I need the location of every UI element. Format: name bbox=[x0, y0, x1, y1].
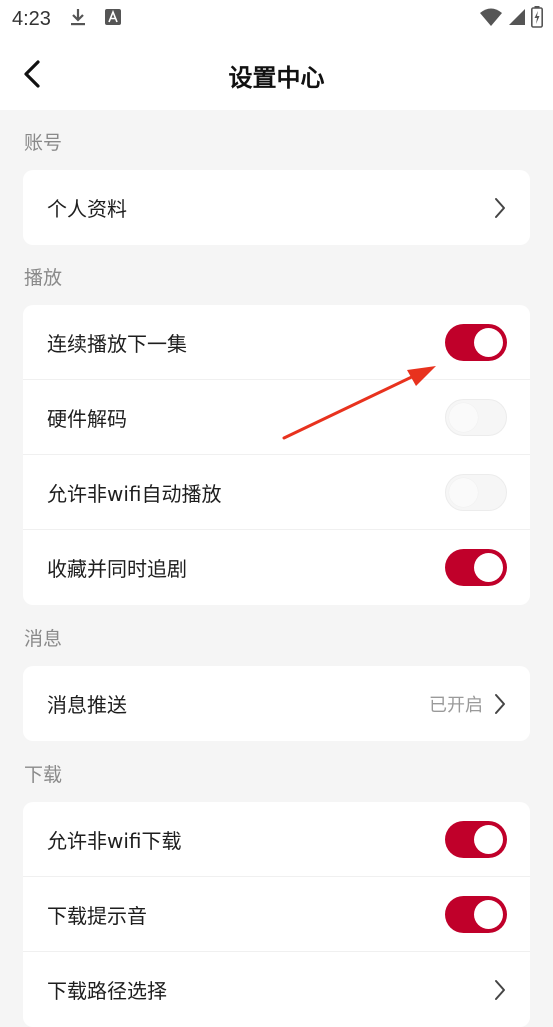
toggle-non-wifi-download[interactable] bbox=[445, 820, 507, 858]
toggle-knob bbox=[474, 327, 503, 357]
row-label: 硬件解码 bbox=[47, 406, 127, 431]
section-label-account: 账号 bbox=[24, 132, 63, 154]
card-download: 允许非wifi下载 下载提示音 下载路径选择 bbox=[23, 802, 530, 1027]
row-label: 连续播放下一集 bbox=[47, 331, 187, 356]
row-label: 下载提示音 bbox=[47, 903, 147, 928]
page-title: 设置中心 bbox=[228, 64, 325, 92]
card-message: 消息推送 已开启 bbox=[23, 666, 530, 741]
toggle-hardware-decoding[interactable] bbox=[445, 398, 507, 436]
toggle-download-sound[interactable] bbox=[445, 895, 507, 933]
row-download-sound: 下载提示音 bbox=[23, 877, 530, 952]
status-time: 4:23 bbox=[12, 7, 51, 30]
row-non-wifi-download: 允许非wifi下载 bbox=[23, 802, 530, 877]
row-label: 下载路径选择 bbox=[47, 979, 167, 1003]
battery-icon bbox=[531, 6, 543, 32]
row-label: 消息推送 bbox=[47, 693, 127, 717]
toggle-knob bbox=[474, 824, 503, 854]
toggle-knob bbox=[474, 553, 503, 582]
section-label-playback: 播放 bbox=[24, 267, 63, 289]
row-label: 收藏并同时追剧 bbox=[47, 557, 187, 581]
status-bar: 4:23 bbox=[0, 0, 553, 38]
row-profile[interactable]: 个人资料 bbox=[23, 170, 530, 245]
download-icon bbox=[69, 7, 87, 31]
wifi-icon bbox=[479, 7, 503, 31]
text-a-icon bbox=[104, 9, 121, 29]
row-download-path[interactable]: 下载路径选择 bbox=[23, 952, 530, 1027]
row-push-notification[interactable]: 消息推送 已开启 bbox=[23, 666, 530, 741]
toggle-non-wifi-autoplay[interactable] bbox=[445, 473, 507, 511]
row-label: 允许非wifi下载 bbox=[47, 828, 182, 853]
card-account: 个人资料 bbox=[23, 170, 530, 245]
row-non-wifi-autoplay: 允许非wifi自动播放 bbox=[23, 455, 530, 530]
row-favorite-follow: 收藏并同时追剧 bbox=[23, 530, 530, 605]
row-autoplay-next: 连续播放下一集 bbox=[23, 305, 530, 380]
toggle-knob bbox=[474, 899, 503, 929]
toggle-favorite-follow[interactable] bbox=[445, 549, 507, 586]
toggle-autoplay-next[interactable] bbox=[445, 323, 507, 361]
row-label: 允许非wifi自动播放 bbox=[47, 481, 222, 506]
app-header: 设置中心 bbox=[0, 38, 553, 110]
row-value: 已开启 bbox=[429, 694, 483, 716]
chevron-right-icon bbox=[495, 979, 505, 1000]
toggle-knob bbox=[449, 402, 478, 432]
section-label-download: 下载 bbox=[24, 764, 63, 786]
section-label-message: 消息 bbox=[24, 628, 63, 650]
toggle-knob bbox=[449, 477, 478, 507]
row-hardware-decoding: 硬件解码 bbox=[23, 380, 530, 455]
card-playback: 连续播放下一集 硬件解码 允许非wifi自动播放 收藏并同时追剧 bbox=[23, 305, 530, 605]
signal-icon bbox=[507, 7, 527, 31]
row-label: 个人资料 bbox=[47, 197, 127, 221]
chevron-right-icon bbox=[495, 197, 505, 218]
chevron-right-icon bbox=[495, 693, 505, 714]
